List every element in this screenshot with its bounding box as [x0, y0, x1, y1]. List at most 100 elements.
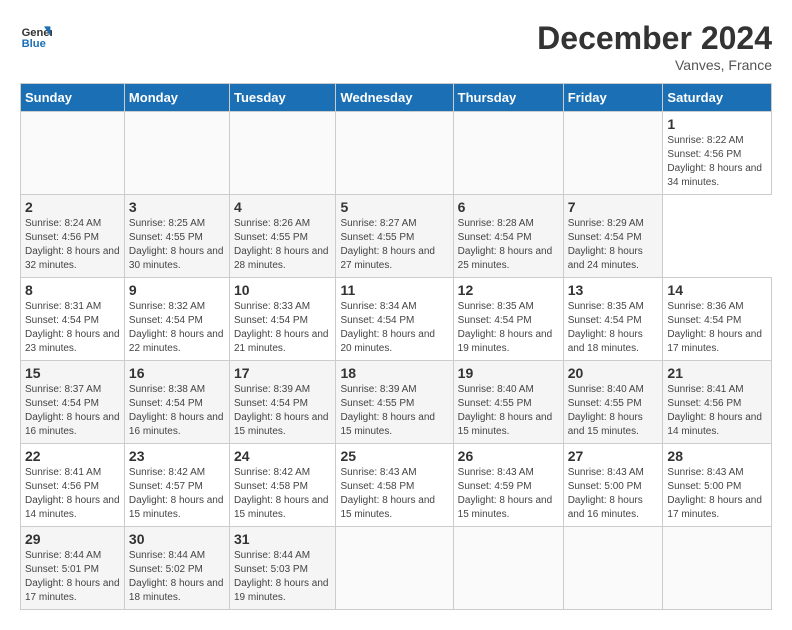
svg-text:Blue: Blue	[22, 38, 46, 50]
cell-content: Sunrise: 8:43 AMSunset: 4:58 PMDaylight:…	[340, 466, 448, 522]
calendar-cell: 20 Sunrise: 8:40 AMSunset: 4:55 PMDayligh…	[563, 361, 663, 444]
calendar-week-row: 15 Sunrise: 8:37 AMSunset: 4:54 PMDayligh…	[21, 361, 772, 444]
day-number: 25	[340, 448, 448, 464]
day-number: 20	[568, 365, 659, 381]
logo: General Blue	[20, 20, 52, 52]
cell-content: Sunrise: 8:38 AMSunset: 4:54 PMDaylight:…	[129, 383, 225, 439]
logo-icon: General Blue	[20, 20, 52, 52]
cell-content: Sunrise: 8:40 AMSunset: 4:55 PMDaylight:…	[458, 383, 559, 439]
location: Vanves, France	[537, 57, 772, 73]
calendar-cell: 2Sunrise: 8:24 AMSunset: 4:56 PMDaylight…	[21, 195, 125, 278]
calendar-cell: 17 Sunrise: 8:39 AMSunset: 4:54 PMDayligh…	[229, 361, 335, 444]
empty-cell	[336, 112, 453, 195]
cell-content: Sunrise: 8:35 AMSunset: 4:54 PMDaylight:…	[458, 300, 559, 356]
calendar-cell: 18 Sunrise: 8:39 AMSunset: 4:55 PMDayligh…	[336, 361, 453, 444]
calendar-cell: 30 Sunrise: 8:44 AMSunset: 5:02 PMDayligh…	[124, 527, 229, 610]
day-number: 30	[129, 531, 225, 547]
day-number: 7	[568, 199, 659, 215]
calendar-cell: 4Sunrise: 8:26 AMSunset: 4:55 PMDaylight…	[229, 195, 335, 278]
calendar-header-row: SundayMondayTuesdayWednesdayThursdayFrid…	[21, 84, 772, 112]
day-number: 29	[25, 531, 120, 547]
calendar-cell: 14Sunrise: 8:36 AMSunset: 4:54 PMDayligh…	[663, 278, 772, 361]
page-header: General Blue December 2024 Vanves, Franc…	[20, 20, 772, 73]
day-number: 23	[129, 448, 225, 464]
calendar-cell: 24 Sunrise: 8:42 AMSunset: 4:58 PMDayligh…	[229, 444, 335, 527]
day-number: 4	[234, 199, 331, 215]
cell-content: Sunrise: 8:44 AMSunset: 5:01 PMDaylight:…	[25, 549, 120, 605]
calendar-cell: 15 Sunrise: 8:37 AMSunset: 4:54 PMDayligh…	[21, 361, 125, 444]
cell-content: Sunrise: 8:25 AMSunset: 4:55 PMDaylight:…	[129, 217, 225, 273]
day-header-thursday: Thursday	[453, 84, 563, 112]
day-number: 22	[25, 448, 120, 464]
day-header-tuesday: Tuesday	[229, 84, 335, 112]
cell-content: Sunrise: 8:41 AMSunset: 4:56 PMDaylight:…	[667, 383, 767, 439]
calendar-cell: 16 Sunrise: 8:38 AMSunset: 4:54 PMDayligh…	[124, 361, 229, 444]
calendar-cell: 9Sunrise: 8:32 AMSunset: 4:54 PMDaylight…	[124, 278, 229, 361]
day-number: 1	[667, 116, 767, 132]
day-number: 21	[667, 365, 767, 381]
calendar-cell: 11Sunrise: 8:34 AMSunset: 4:54 PMDayligh…	[336, 278, 453, 361]
calendar-cell	[663, 527, 772, 610]
day-number: 3	[129, 199, 225, 215]
day-number: 14	[667, 282, 767, 298]
calendar-week-row: 1Sunrise: 8:22 AMSunset: 4:56 PMDaylight…	[21, 112, 772, 195]
calendar-cell	[453, 527, 563, 610]
calendar-cell: 8Sunrise: 8:31 AMSunset: 4:54 PMDaylight…	[21, 278, 125, 361]
cell-content: Sunrise: 8:39 AMSunset: 4:54 PMDaylight:…	[234, 383, 331, 439]
empty-cell	[453, 112, 563, 195]
calendar-week-row: 29 Sunrise: 8:44 AMSunset: 5:01 PMDayligh…	[21, 527, 772, 610]
calendar-cell: 7 Sunrise: 8:29 AMSunset: 4:54 PMDaylight…	[563, 195, 663, 278]
cell-content: Sunrise: 8:44 AMSunset: 5:02 PMDaylight:…	[129, 549, 225, 605]
cell-content: Sunrise: 8:39 AMSunset: 4:55 PMDaylight:…	[340, 383, 448, 439]
day-number: 26	[458, 448, 559, 464]
day-number: 31	[234, 531, 331, 547]
day-number: 18	[340, 365, 448, 381]
day-number: 28	[667, 448, 767, 464]
day-header-wednesday: Wednesday	[336, 84, 453, 112]
calendar-cell: 1Sunrise: 8:22 AMSunset: 4:56 PMDaylight…	[663, 112, 772, 195]
calendar-cell	[563, 527, 663, 610]
cell-content: Sunrise: 8:27 AMSunset: 4:55 PMDaylight:…	[340, 217, 448, 273]
cell-content: Sunrise: 8:42 AMSunset: 4:57 PMDaylight:…	[129, 466, 225, 522]
calendar-cell: 29 Sunrise: 8:44 AMSunset: 5:01 PMDayligh…	[21, 527, 125, 610]
calendar-cell: 3 Sunrise: 8:25 AMSunset: 4:55 PMDaylight…	[124, 195, 229, 278]
day-number: 6	[458, 199, 559, 215]
cell-content: Sunrise: 8:41 AMSunset: 4:56 PMDaylight:…	[25, 466, 120, 522]
cell-content: Sunrise: 8:43 AMSunset: 5:00 PMDaylight:…	[568, 466, 659, 522]
calendar-cell: 22 Sunrise: 8:41 AMSunset: 4:56 PMDayligh…	[21, 444, 125, 527]
calendar-cell: 25 Sunrise: 8:43 AMSunset: 4:58 PMDayligh…	[336, 444, 453, 527]
day-number: 17	[234, 365, 331, 381]
cell-content: Sunrise: 8:42 AMSunset: 4:58 PMDaylight:…	[234, 466, 331, 522]
day-number: 15	[25, 365, 120, 381]
cell-content: Sunrise: 8:37 AMSunset: 4:54 PMDaylight:…	[25, 383, 120, 439]
day-number: 9	[129, 282, 225, 298]
calendar-cell: 21 Sunrise: 8:41 AMSunset: 4:56 PMDayligh…	[663, 361, 772, 444]
calendar-cell: 12Sunrise: 8:35 AMSunset: 4:54 PMDayligh…	[453, 278, 563, 361]
day-header-monday: Monday	[124, 84, 229, 112]
day-header-friday: Friday	[563, 84, 663, 112]
cell-content: Sunrise: 8:34 AMSunset: 4:54 PMDaylight:…	[340, 300, 448, 356]
calendar-cell: 27 Sunrise: 8:43 AMSunset: 5:00 PMDayligh…	[563, 444, 663, 527]
day-number: 27	[568, 448, 659, 464]
calendar-cell: 26Sunrise: 8:43 AMSunset: 4:59 PMDayligh…	[453, 444, 563, 527]
calendar-cell: 19 Sunrise: 8:40 AMSunset: 4:55 PMDayligh…	[453, 361, 563, 444]
cell-content: Sunrise: 8:44 AMSunset: 5:03 PMDaylight:…	[234, 549, 331, 605]
calendar-week-row: 8Sunrise: 8:31 AMSunset: 4:54 PMDaylight…	[21, 278, 772, 361]
day-number: 19	[458, 365, 559, 381]
calendar-cell: 13Sunrise: 8:35 AMSunset: 4:54 PMDayligh…	[563, 278, 663, 361]
calendar-week-row: 22 Sunrise: 8:41 AMSunset: 4:56 PMDayligh…	[21, 444, 772, 527]
calendar-table: SundayMondayTuesdayWednesdayThursdayFrid…	[20, 83, 772, 610]
cell-content: Sunrise: 8:29 AMSunset: 4:54 PMDaylight:…	[568, 217, 659, 273]
day-header-saturday: Saturday	[663, 84, 772, 112]
month-year: December 2024	[537, 20, 772, 57]
cell-content: Sunrise: 8:40 AMSunset: 4:55 PMDaylight:…	[568, 383, 659, 439]
calendar-cell: 31 Sunrise: 8:44 AMSunset: 5:03 PMDayligh…	[229, 527, 335, 610]
calendar-cell: 10Sunrise: 8:33 AMSunset: 4:54 PMDayligh…	[229, 278, 335, 361]
empty-cell	[124, 112, 229, 195]
cell-content: Sunrise: 8:43 AMSunset: 5:00 PMDaylight:…	[667, 466, 767, 522]
day-number: 16	[129, 365, 225, 381]
day-number: 2	[25, 199, 120, 215]
day-number: 10	[234, 282, 331, 298]
title-block: December 2024 Vanves, France	[537, 20, 772, 73]
day-number: 24	[234, 448, 331, 464]
